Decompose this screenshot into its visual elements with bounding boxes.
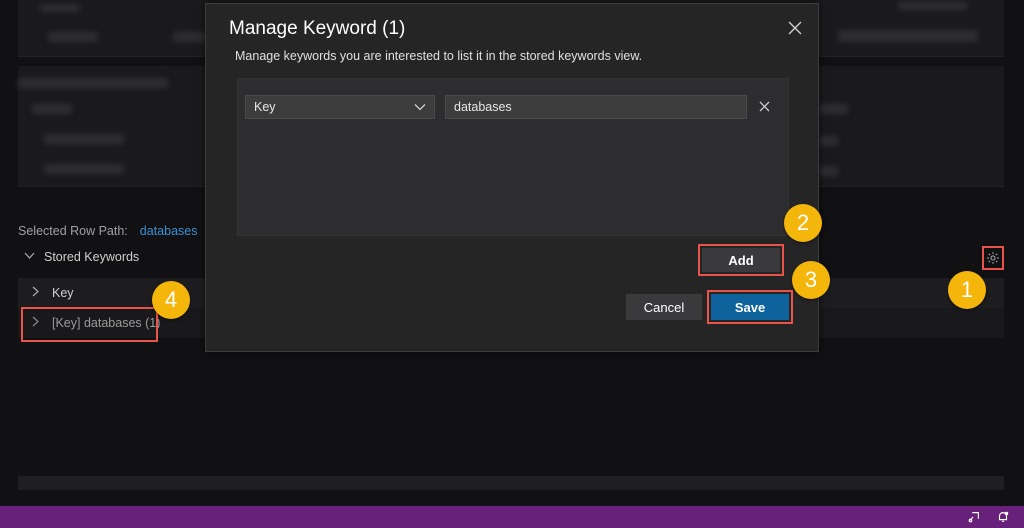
- notification-bell-icon[interactable]: [995, 509, 1011, 525]
- highlight-box-save: [707, 290, 793, 324]
- stored-keywords-header[interactable]: Stored Keywords: [24, 250, 139, 264]
- dialog-description: Manage keywords you are interested to li…: [235, 49, 643, 63]
- selected-row-path-value[interactable]: databases: [140, 224, 198, 238]
- cancel-button[interactable]: Cancel: [626, 294, 702, 320]
- status-bar: [0, 506, 1024, 528]
- feedback-icon[interactable]: [966, 509, 982, 525]
- keyword-type-selected: Key: [254, 100, 276, 114]
- dialog-title: Manage Keyword (1): [229, 18, 406, 39]
- step-marker-2: 2: [784, 204, 822, 242]
- tree-item-label: Key: [52, 286, 74, 300]
- bottom-panel-strip: [18, 476, 1004, 490]
- selected-row-path-label: Selected Row Path:: [18, 224, 128, 238]
- keyword-list-panel: Key: [237, 78, 789, 236]
- step-marker-1: 1: [948, 271, 986, 309]
- keyword-type-select[interactable]: Key: [245, 95, 435, 119]
- keyword-value-input[interactable]: [445, 95, 747, 119]
- manage-keyword-dialog: Manage Keyword (1) Manage keywords you a…: [205, 3, 819, 352]
- selected-row-path: Selected Row Path: databases: [18, 224, 197, 238]
- highlight-box-add: [698, 244, 784, 276]
- step-marker-4: 4: [152, 281, 190, 319]
- close-icon[interactable]: [786, 19, 804, 37]
- settings-button[interactable]: [982, 246, 1004, 270]
- stored-keywords-label: Stored Keywords: [44, 250, 140, 264]
- step-marker-3: 3: [792, 261, 830, 299]
- chevron-right-icon: [32, 286, 46, 300]
- gear-icon: [987, 252, 999, 264]
- highlight-box-keyword-entry: [21, 307, 158, 342]
- chevron-down-icon: [24, 251, 38, 263]
- chevron-down-icon: [414, 101, 426, 116]
- remove-keyword-icon[interactable]: [756, 97, 772, 115]
